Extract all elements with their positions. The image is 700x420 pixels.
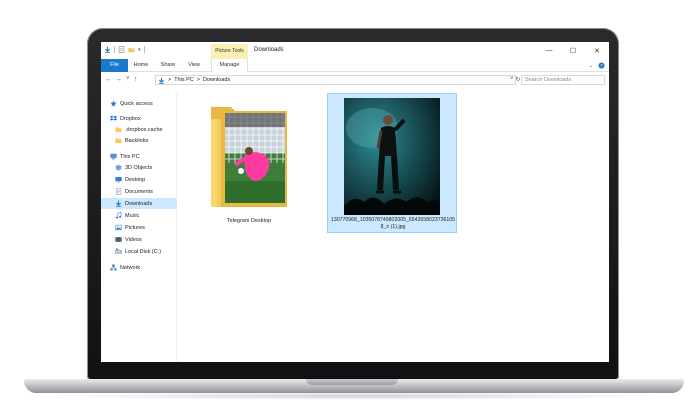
file-item-jpg[interactable]: 130770968_1035078749802005_6543558023736… — [327, 93, 457, 233]
quick-access-toolbar: ▾ — [104, 46, 145, 53]
sidebar-item-label: Pictures — [125, 224, 145, 231]
window-title: Downloads — [254, 47, 284, 53]
tab-share[interactable]: Share — [157, 59, 179, 72]
back-button[interactable]: ← — [105, 75, 112, 84]
folder-icon — [115, 138, 122, 143]
music-icon — [115, 212, 122, 219]
sidebar-item-label: .dropbox.cache — [125, 126, 163, 133]
dropbox-icon — [110, 115, 117, 121]
close-button[interactable]: ✕ — [585, 42, 609, 59]
tab-view[interactable]: View — [184, 59, 204, 72]
ribbon-right-controls: ⌄ ? — [589, 62, 605, 69]
up-button[interactable]: ↑ — [134, 75, 138, 84]
sidebar-item-label: Desktop — [125, 176, 146, 183]
sidebar-item-dropbox-cache[interactable]: .dropbox.cache — [101, 124, 177, 135]
sidebar-item-music[interactable]: Music — [101, 210, 177, 221]
address-row: ← → ˅ ↑ > This PC > Downloads ˅ ↻ Search… — [101, 72, 609, 88]
forward-button[interactable]: → — [115, 75, 122, 84]
tab-manage[interactable]: Manage — [211, 59, 248, 72]
file-name: 130770968_1035078749802005_6543558023736… — [330, 217, 456, 230]
toolbar-separator — [143, 46, 145, 53]
sidebar-item-pictures[interactable]: Pictures — [101, 222, 177, 233]
breadcrumb-this-pc[interactable]: This PC — [174, 77, 194, 83]
breadcrumb-downloads[interactable]: Downloads — [203, 77, 230, 83]
minimize-button[interactable]: — — [537, 42, 561, 59]
chevron-down-icon[interactable]: ⌄ — [589, 63, 593, 69]
breadcrumb-separator: > — [196, 77, 200, 83]
sidebar-item-label: Dropbox — [120, 115, 141, 122]
laptop-shadow — [40, 392, 668, 400]
pictures-icon — [115, 224, 122, 231]
search-input[interactable]: Search Downloads — [521, 75, 605, 85]
sidebar-item-label: Documents — [125, 188, 153, 195]
laptop-notch — [306, 379, 398, 385]
sidebar-item-label: Videos — [125, 236, 142, 243]
sidebar-item-label: This PC — [120, 153, 140, 160]
file-explorer-window: ▾ Picture Tools Downloads — ☐ ✕ File Hom… — [101, 42, 609, 362]
sidebar-item-label: Music — [125, 212, 140, 219]
ribbon-tabs: File Home Share View Manage ⌄ ? — [101, 59, 609, 72]
sidebar-item-desktop[interactable]: Desktop — [101, 174, 177, 185]
sidebar-item-network[interactable]: Network — [101, 262, 177, 273]
picture-tools-group: Picture Tools — [211, 44, 248, 59]
breadcrumb-separator: > — [168, 77, 172, 83]
folder-item-telegram-desktop[interactable]: Telegram Desktop — [205, 95, 293, 225]
sidebar-item-label: Downloads — [125, 200, 153, 207]
qat-customize-icon[interactable]: ▾ — [138, 47, 141, 53]
sidebar-item-videos[interactable]: Videos — [101, 234, 177, 245]
desktop-icon — [115, 177, 122, 183]
folder-icon — [115, 127, 122, 132]
star-icon — [110, 100, 117, 107]
sidebar-item-this-pc[interactable]: This PC — [101, 151, 177, 162]
download-location-icon — [159, 77, 164, 84]
properties-icon[interactable] — [118, 46, 125, 53]
help-icon[interactable]: ? — [598, 62, 605, 69]
new-folder-icon[interactable] — [128, 46, 135, 53]
download-icon — [116, 200, 121, 207]
sidebar-item-local-disk[interactable]: Local Disk (C:) — [101, 246, 177, 257]
folder-with-photo-thumbnail — [211, 107, 287, 207]
sidebar-item-documents[interactable]: Documents — [101, 186, 177, 197]
network-icon — [110, 264, 117, 271]
sidebar-item-label: Network — [120, 264, 141, 271]
sidebar-item-label: Local Disk (C:) — [125, 248, 162, 255]
tab-file[interactable]: File — [101, 59, 128, 72]
videos-icon — [115, 237, 122, 242]
sidebar-item-quick-access[interactable]: Quick access — [101, 98, 177, 109]
window-controls: — ☐ ✕ — [537, 42, 609, 59]
address-bar[interactable]: > This PC > Downloads — [155, 75, 516, 85]
recent-locations-button[interactable]: ˅ — [126, 75, 130, 84]
concert-photo-thumbnail — [344, 98, 440, 215]
sidebar-item-backlinks[interactable]: Backlinks — [101, 135, 177, 146]
title-bar: ▾ Picture Tools Downloads — ☐ ✕ — [101, 42, 609, 59]
file-list: Telegram Desktop 130770968_1035078749802… — [179, 92, 609, 362]
documents-icon — [116, 188, 122, 195]
sidebar-item-dropbox[interactable]: Dropbox — [101, 113, 177, 124]
computer-icon — [110, 153, 117, 160]
sidebar-item-downloads[interactable]: Downloads — [101, 198, 177, 209]
sidebar-item-3d-objects[interactable]: 3D Objects — [101, 162, 177, 173]
maximize-button[interactable]: ☐ — [561, 42, 585, 59]
tab-home[interactable]: Home — [130, 59, 152, 72]
navigation-pane: Quick access Dropbox .dropbox.cache Back… — [101, 92, 177, 362]
sidebar-item-label: Quick access — [120, 100, 153, 107]
toolbar-separator — [114, 46, 115, 53]
download-arrow-icon[interactable] — [104, 46, 111, 53]
cube-icon — [115, 164, 122, 171]
disk-icon — [115, 248, 122, 254]
sidebar-item-label: Backlinks — [125, 137, 149, 144]
sidebar-item-label: 3D Objects — [125, 164, 153, 171]
file-name: Telegram Desktop — [226, 218, 272, 224]
